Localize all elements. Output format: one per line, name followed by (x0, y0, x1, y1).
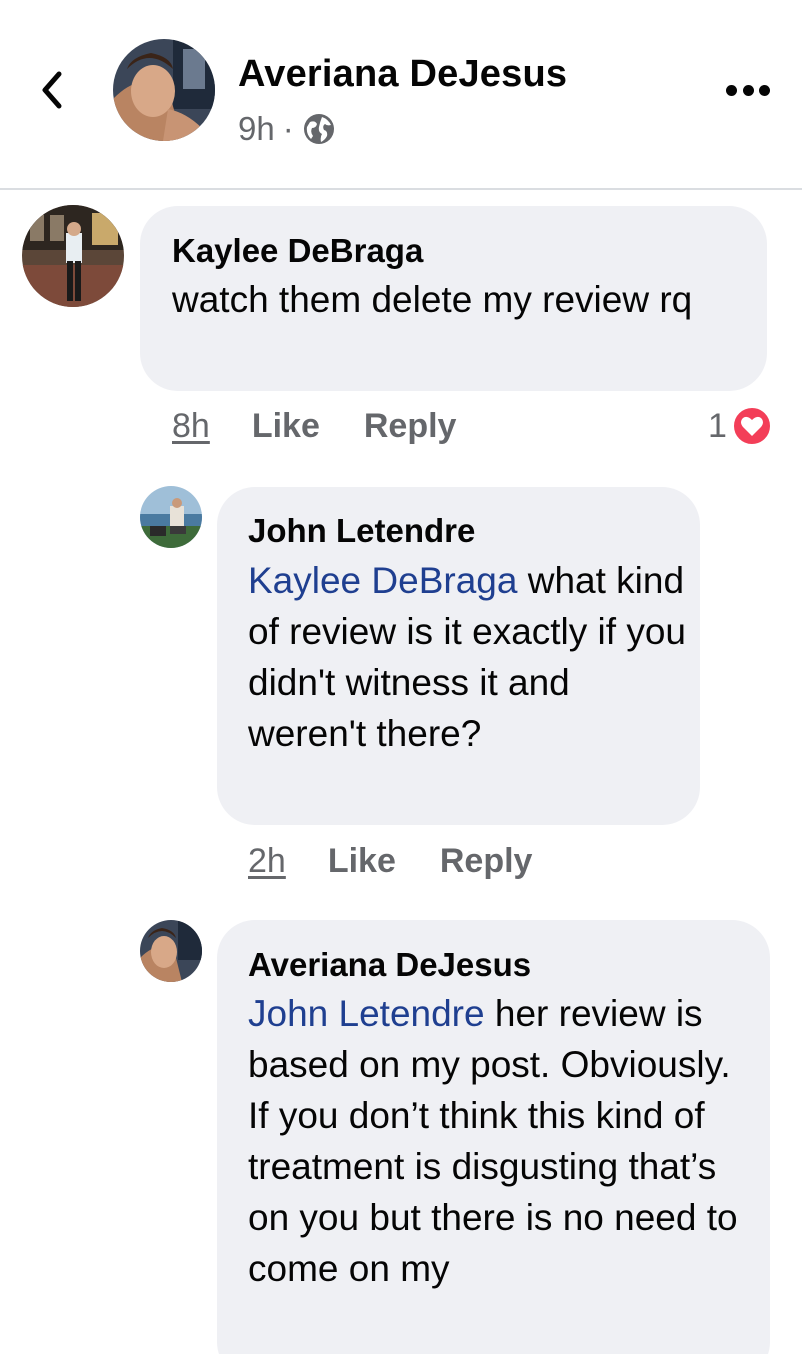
comment-time[interactable]: 8h (172, 407, 210, 446)
post-header: Averiana DeJesus 9h · (0, 0, 802, 190)
like-button[interactable]: Like (328, 842, 396, 881)
commenter-avatar[interactable] (140, 920, 202, 982)
comment-text: Kaylee DeBraga what kind of review is it… (248, 555, 688, 759)
comment-actions: 8h Like Reply (172, 407, 456, 446)
globe-icon (303, 114, 334, 144)
comment-author[interactable]: Kaylee DeBraga (172, 232, 423, 270)
comment-text: watch them delete my review rq (172, 279, 693, 320)
like-button[interactable]: Like (252, 407, 320, 446)
post-author-avatar[interactable] (113, 39, 215, 141)
post-time[interactable]: 9h (238, 110, 275, 148)
more-dot (759, 84, 770, 96)
chevron-left-icon (42, 71, 62, 109)
comment-author[interactable]: John Letendre (248, 512, 475, 550)
commenter-avatar[interactable] (22, 205, 124, 307)
back-button[interactable] (30, 62, 74, 118)
post-author-name[interactable]: Averiana DeJesus (238, 53, 567, 96)
comment-actions: 2h Like Reply (248, 842, 532, 881)
post-meta: 9h · (238, 110, 336, 148)
comment-time[interactable]: 2h (248, 842, 286, 881)
reaction-summary[interactable]: 1 (708, 405, 773, 447)
reply-button[interactable]: Reply (440, 842, 533, 881)
comment-text: John Letendre her review is based on my … (248, 988, 748, 1294)
more-horizontal-icon (726, 84, 737, 96)
meta-separator: · (282, 110, 294, 147)
comment-body: her review is based on my post. Obviousl… (248, 993, 738, 1289)
more-options-button[interactable] (720, 72, 776, 108)
mention-link[interactable]: John Letendre (248, 993, 485, 1034)
more-dot (742, 84, 754, 96)
heart-icon (730, 405, 773, 447)
reply-button[interactable]: Reply (364, 407, 457, 446)
reaction-count: 1 (708, 406, 727, 445)
mention-link[interactable]: Kaylee DeBraga (248, 560, 517, 601)
commenter-avatar[interactable] (140, 486, 202, 548)
comment-author[interactable]: Averiana DeJesus (248, 946, 531, 984)
